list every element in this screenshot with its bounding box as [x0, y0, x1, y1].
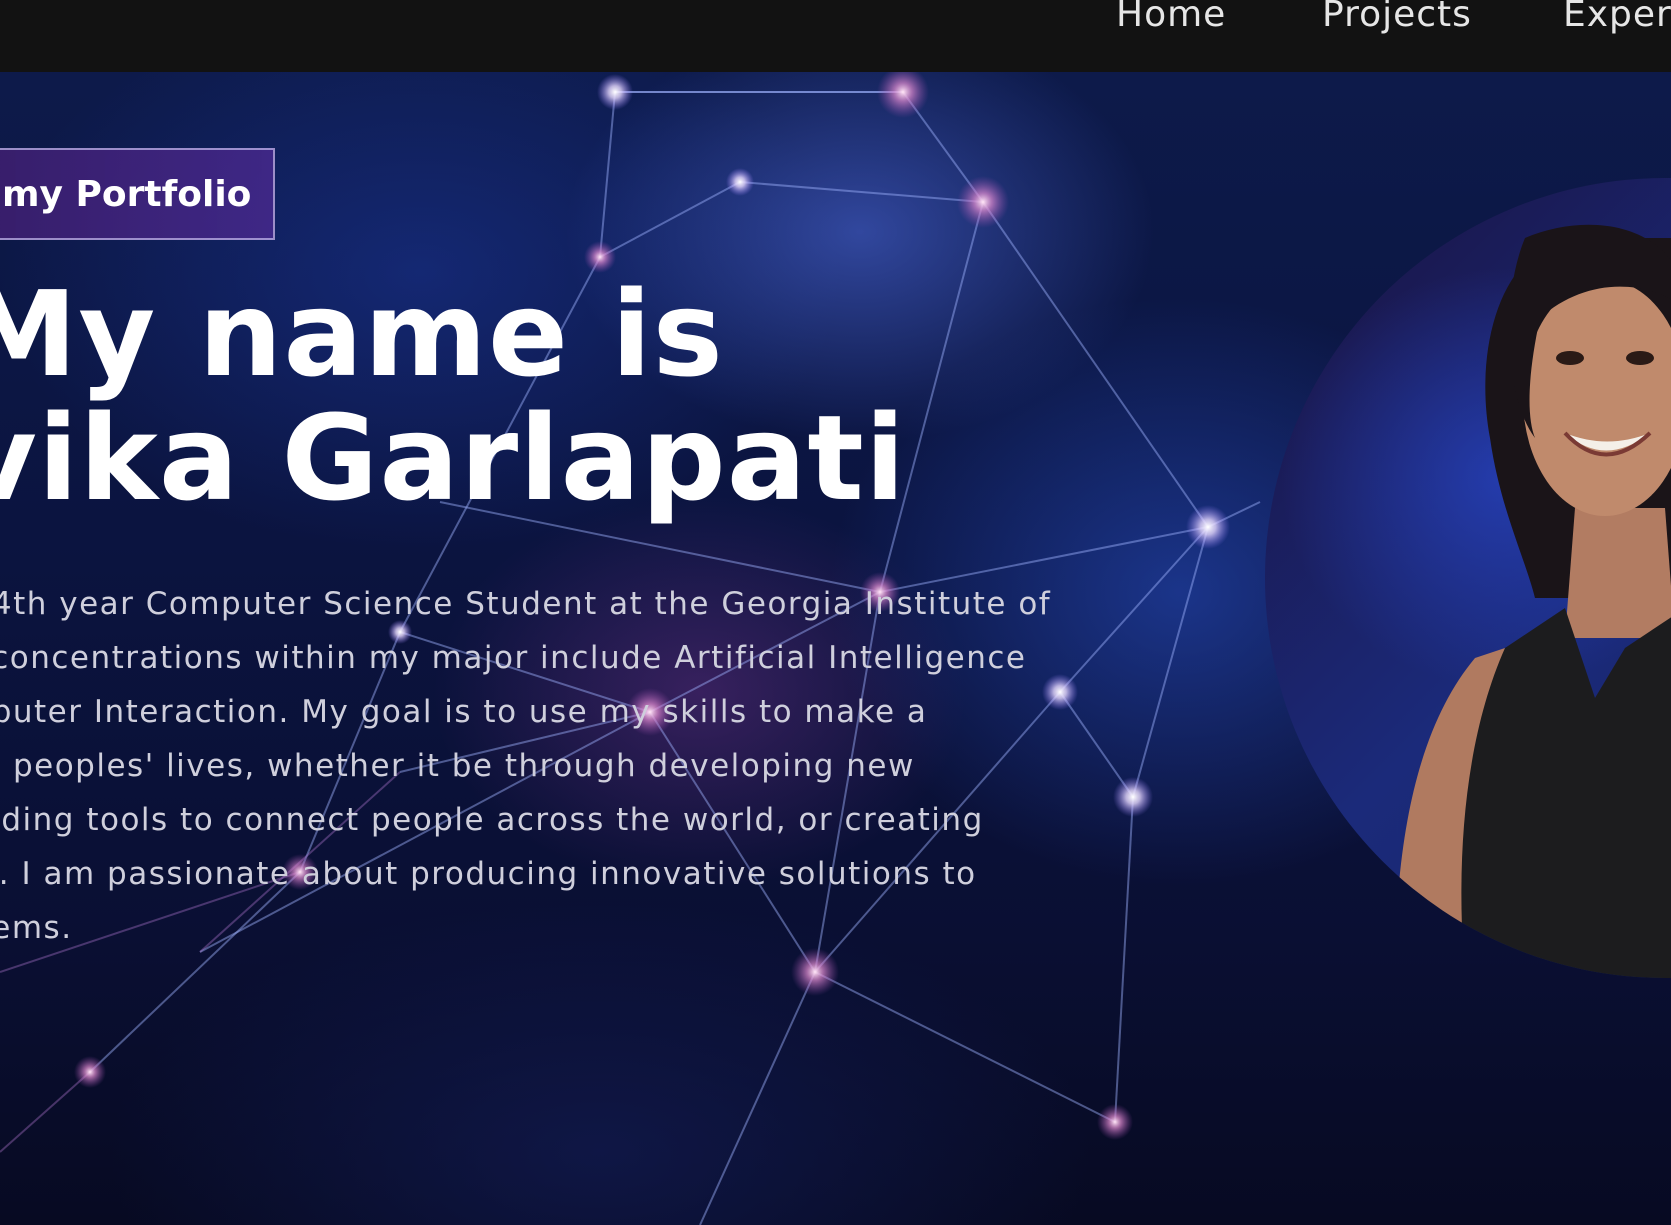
nav-link-projects[interactable]: Projects [1322, 0, 1472, 35]
headline-line-1: My name is [0, 265, 724, 403]
bio-line: mputer Interaction. My goal is to use my… [0, 694, 928, 730]
top-navbar: Home Projects Experi [0, 0, 1671, 72]
bio-line: ns. I am passionate about producing inno… [0, 856, 977, 892]
headline-line-2: vika Garlapati [0, 389, 907, 527]
hero-section: my Portfolio My name is vika Garlapati a… [0, 72, 1671, 1225]
bio-paragraph: a 4th year Computer Science Student at t… [0, 577, 1180, 955]
bio-line: uilding tools to connect people across t… [0, 802, 984, 838]
profile-photo-illustration [1395, 224, 1671, 978]
nav-link-experience[interactable]: Experi [1563, 0, 1671, 35]
profile-photo-avatar [1265, 178, 1671, 978]
bio-line: on peoples' lives, whether it be through… [0, 748, 915, 784]
nav-link-home[interactable]: Home [1116, 0, 1226, 35]
hero-headline: My name is vika Garlapati [0, 272, 906, 520]
page: Home Projects Experi my Portfolio My nam… [0, 0, 1671, 1225]
bio-line: blems. [0, 910, 73, 946]
bio-line: y concentrations within my major include… [0, 640, 1027, 676]
bio-line: a 4th year Computer Science Student at t… [0, 586, 1052, 622]
portfolio-tag: my Portfolio [0, 148, 276, 240]
